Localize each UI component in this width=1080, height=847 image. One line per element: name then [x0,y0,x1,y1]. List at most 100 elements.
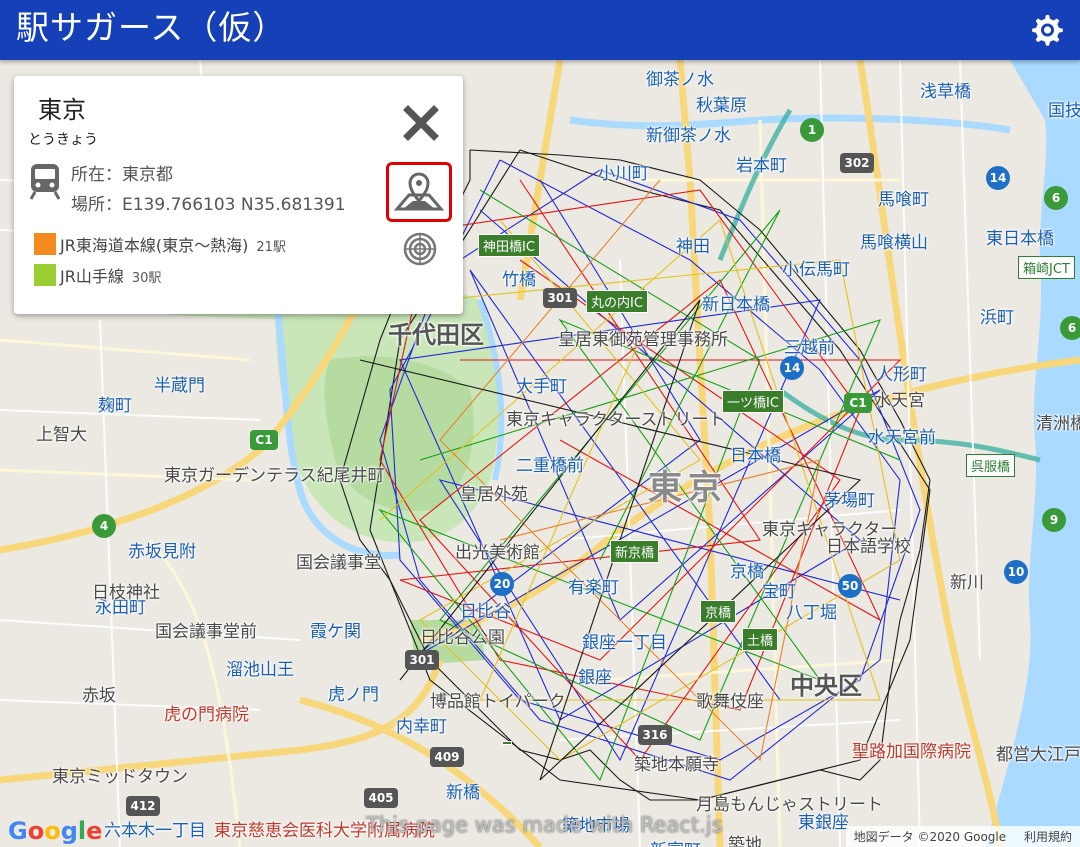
map-label: 御茶ノ水 [646,70,714,90]
map-label: 麹町 [98,396,132,416]
station-prefecture: 所在：東京都 [71,165,173,185]
map-label: 二重橋前 [516,456,584,476]
map-label: 東京 [648,468,728,508]
line-name: JR東海道本線(東京～熱海) [60,236,249,255]
map-label: 六本木一丁目 [104,821,206,841]
route-shield-4: 4 [92,514,116,538]
map-label: 赤坂 [82,686,116,706]
line-color-swatch [34,233,56,255]
line-item-yamanote[interactable]: JR山手線 30駅 [34,263,161,287]
google-logo[interactable]: Google [8,817,102,845]
map-label: 大手町 [516,377,567,397]
map-label: 東銀座 [798,813,849,833]
map-label: 上智大 [36,425,87,445]
route-shield-c1b: C1 [250,430,278,450]
map-label: 築地 [728,835,762,847]
map-label: 築地本願寺 [634,755,719,775]
line-item-tokaido[interactable]: JR東海道本線(東京～熱海) 21駅 [34,232,286,256]
ic-badge-kyobashi: 土橋 [742,628,779,651]
map-label: 馬喰町 [878,190,929,210]
map-label: 千代田区 [388,321,484,349]
map-label: 日比谷 [460,602,511,622]
map-label: 東京キャラクターストリート [506,410,726,430]
route-shield-c1a: C1 [844,393,872,413]
attribution-text: 地図データ ©2020 Google [853,830,1007,844]
map-label: 神田 [676,237,710,257]
settings-gear-icon[interactable] [1026,10,1066,50]
map-label: 日比谷公園 [420,628,505,648]
line-station-count: 30駅 [131,271,162,286]
map-label: 水天宮前 [868,428,936,448]
map-label: 日枝神社 [92,583,160,603]
ic-badge-marunouchi: 新京橋 [610,540,660,563]
route-shield-14a: 14 [986,166,1010,190]
map-label: 虎ノ門 [328,685,379,705]
map-label: 新川 [950,573,984,593]
close-icon[interactable] [403,105,439,141]
map-label: 国会議事堂 [296,553,381,573]
map-attribution: 地図データ ©2020 Google 利用規約 [845,826,1080,847]
map-label: 茅場町 [824,491,875,511]
route-shield-301a: 302 [840,153,874,173]
show-on-map-button[interactable] [386,162,452,222]
map-label: 新橋 [446,783,480,803]
station-info-card: 東京 とうきょう 所在：東京都 場所：E139.766103 N35.68139… [14,76,463,314]
line-color-swatch [34,264,56,286]
ic-badge-kandabashi: 丸の内IC [586,290,648,313]
map-label: 京橋 [730,562,764,582]
route-shield-301b: 301 [543,288,577,308]
map-label: 都営大江戸線 [996,745,1080,765]
map-label: 浜町 [980,308,1014,328]
map-label: 東京ガーデンテラス紀尾井町 [164,466,385,486]
route-shield-9: 9 [1042,508,1066,532]
route-shield-50: 50 [838,574,862,598]
map-label: 半蔵門 [154,376,205,396]
ic-badge-hitotsubashi: 神田橋IC [478,234,540,257]
map-label: 馬喰横山 [860,233,928,253]
route-shield-316: 316 [638,725,672,745]
map-label: 水天宮 [874,391,925,411]
terms-link[interactable]: 利用規約 [1024,830,1072,844]
map-label: 新御茶ノ水 [646,126,731,146]
app-bar: 駅サガース（仮） [0,0,1080,60]
map-label: 聖路加国際病院 [852,742,971,762]
route-shield-10: 10 [1004,560,1028,584]
map-label: 溜池山王 [226,660,294,680]
map-label: 浅草橋 [920,82,971,102]
map-label: 内幸町 [396,717,447,737]
ic-badge-dobashi [502,741,512,745]
route-shield-14b: 14 [780,356,804,380]
map-label: 歌舞伎座 [696,692,764,712]
map-label: 新日本橋 [702,295,770,315]
map-label: 虎の門病院 [164,705,249,725]
map-label: 小川町 [598,164,649,184]
route-shield-405: 405 [364,788,398,808]
react-note: This page was made with React.js [366,813,723,837]
ic-badge-shinkyobashi: 京橋 [700,600,737,623]
map-label: 竹橋 [502,270,536,290]
map-label: 清洲橋 [1036,414,1080,434]
map-label: 中央区 [790,672,862,700]
map-label: 新富町 [650,836,701,847]
map-label: 出光美術館 [455,543,540,563]
map-label: 国技 [1048,101,1080,121]
map-label: 有楽町 [568,578,619,598]
route-shield-412: 412 [126,796,160,816]
map-label: 国会議事堂前 [155,622,257,642]
map-label: 岩本町 [736,156,787,176]
route-shield-301c: 301 [405,650,439,670]
map-pin-icon [393,172,445,211]
app-title: 駅サガース（仮） [16,8,287,47]
train-icon [29,164,61,200]
radius-search-icon[interactable] [403,232,437,266]
map-label: 秋葉原 [696,96,747,116]
route-shield-1: 1 [800,118,824,142]
map-label: 小伝馬町 [782,260,850,280]
station-kana: とうきょう [28,132,98,148]
map-label: 赤坂見附 [128,542,196,562]
map-label: 皇居外苑 [460,485,528,505]
map-label: 日本橋 [730,446,781,466]
route-shield-6a: 6 [1044,186,1068,210]
route-shield-20: 20 [490,572,514,596]
station-name: 東京 [38,96,86,124]
